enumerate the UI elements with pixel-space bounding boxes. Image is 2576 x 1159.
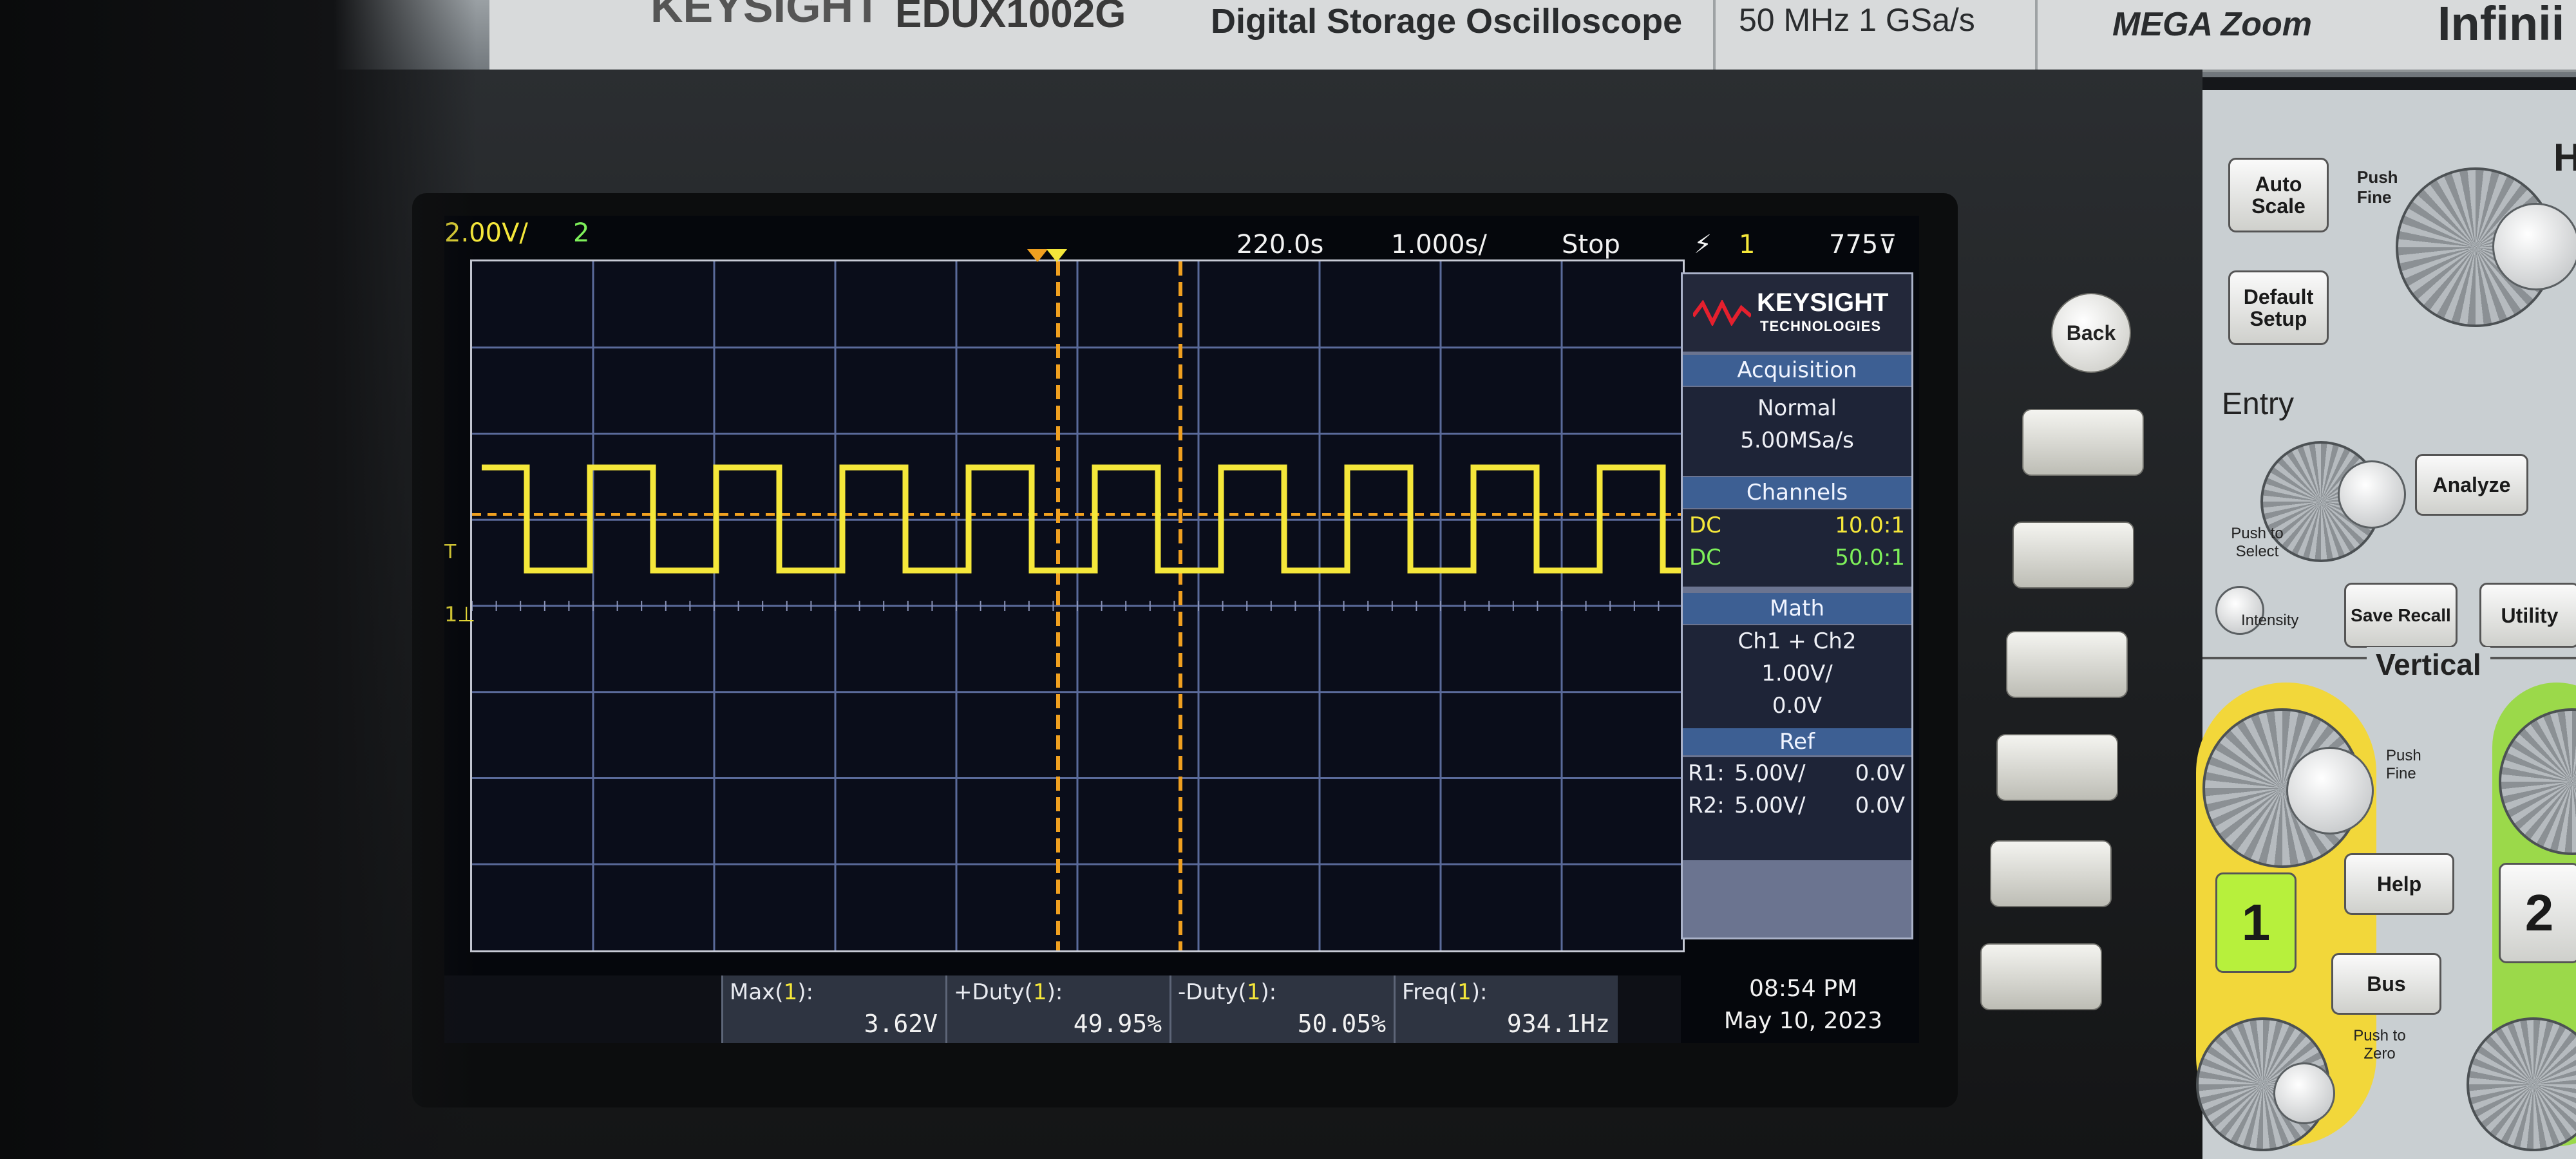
measurement-value: 49.95% xyxy=(1073,1010,1162,1038)
softkey-6[interactable] xyxy=(1980,943,2102,1010)
math-offset: 0.0V xyxy=(1772,693,1823,719)
softkey-1[interactable] xyxy=(2022,409,2144,476)
math-function: Ch1 + Ch2 xyxy=(1738,628,1857,654)
label-strip: KEYSIGHT EDUX1002G Digital Storage Oscil… xyxy=(489,0,2576,72)
panel-logo-top: KEYSIGHT xyxy=(1757,288,1889,317)
clock-date: May 10, 2023 xyxy=(1723,1008,1883,1034)
model-label: EDUX1002G xyxy=(895,0,1126,36)
spec-label: 50 MHz 1 GSa/s xyxy=(1739,2,1975,38)
channel-row-1: DC 10.0:1 xyxy=(1683,509,1911,542)
measurement-label: Max(1): xyxy=(730,979,813,1005)
push-to-select-label: Push to Select xyxy=(2231,525,2284,560)
ref-box: R1: 5.00V/ 0.0V R2: 5.00V/ 0.0V xyxy=(1683,757,1911,860)
intensity-label: Intensity xyxy=(2241,612,2299,629)
trigger-source: 1 xyxy=(1739,230,1756,259)
measurement-value: 50.05% xyxy=(1297,1010,1386,1038)
infiniivision-label: Infinii xyxy=(2438,0,2565,50)
softkey-4[interactable] xyxy=(1996,734,2118,801)
push-fine-label-vertical: Push Fine xyxy=(2386,747,2421,782)
product-label: Digital Storage Oscilloscope xyxy=(1211,2,1683,41)
graticule xyxy=(470,259,1685,952)
measurement-plus-duty: +Duty(1): 49.95% xyxy=(945,975,1170,1043)
utility-button[interactable]: Utility xyxy=(2479,583,2576,648)
ref-title: Ref xyxy=(1683,728,1911,755)
channel-1-button[interactable]: 1 xyxy=(2215,872,2297,973)
ch2-indicator: 2 xyxy=(573,218,590,248)
ch2-position-knob[interactable] xyxy=(2467,1017,2576,1151)
measurement-value: 3.62V xyxy=(864,1010,938,1038)
acquisition-box: Normal 5.00MSa/s xyxy=(1683,387,1911,476)
ch2-probe: 50.0:1 xyxy=(1835,545,1905,570)
math-scale: 1.00V/ xyxy=(1761,661,1833,686)
softkey-3[interactable] xyxy=(2006,631,2128,698)
horizontal-heading: H xyxy=(2553,136,2576,179)
auto-scale-button[interactable]: Auto Scale xyxy=(2228,158,2329,232)
ref2-name: R2: xyxy=(1688,793,1725,818)
softkey-5[interactable] xyxy=(1990,840,2112,907)
ref-row-2: R2: 5.00V/ 0.0V xyxy=(1683,789,1911,822)
ref-row-1: R1: 5.00V/ 0.0V xyxy=(1683,757,1911,789)
label-divider xyxy=(1713,0,1716,70)
ch1-coupling: DC xyxy=(1689,513,1721,538)
brand-label: KEYSIGHT xyxy=(650,0,881,32)
keysight-logo: KEYSIGHT TECHNOLOGIES xyxy=(1683,274,1911,352)
waveform-plot xyxy=(471,261,1683,950)
control-panel: Auto Scale Push Fine H Default Setup Ent… xyxy=(2196,90,2576,1159)
measurement-label: +Duty(1): xyxy=(954,979,1063,1005)
entry-heading: Entry xyxy=(2222,387,2295,421)
label-divider-2 xyxy=(2035,0,2038,70)
channel-row-2: DC 50.0:1 xyxy=(1683,542,1911,574)
ref1-offset: 0.0V xyxy=(1855,760,1905,786)
math-box: Ch1 + Ch2 1.00V/ 0.0V xyxy=(1683,625,1911,728)
acquisition-mode: Normal xyxy=(1757,395,1837,421)
entry-knob-cap[interactable] xyxy=(2338,460,2406,529)
push-to-zero-label: Push to Zero xyxy=(2353,1027,2406,1062)
measurement-max: Max(1): 3.62V xyxy=(721,975,945,1043)
time-scale: 1.000s/ xyxy=(1391,230,1487,259)
channel-2-button[interactable]: 2 xyxy=(2499,863,2576,963)
save-recall-button[interactable]: Save Recall xyxy=(2344,583,2458,648)
softkey-2[interactable] xyxy=(2012,522,2134,589)
clock-time: 08:54 PM xyxy=(1749,975,1857,1002)
trigger-edge-icon: ⚡ xyxy=(1694,230,1712,259)
ref2-scale: 5.00V/ xyxy=(1734,793,1806,818)
analyze-button[interactable]: Analyze xyxy=(2415,454,2528,516)
math-title: Math xyxy=(1683,593,1911,624)
channels-title: Channels xyxy=(1683,477,1911,508)
keysight-wave-icon xyxy=(1691,299,1752,327)
foreground-shadow xyxy=(0,0,477,1159)
run-state: Stop xyxy=(1562,230,1620,259)
trigger-level: 775⊽ xyxy=(1829,230,1897,259)
bus-button[interactable]: Bus xyxy=(2331,953,2441,1015)
channels-box: DC 10.0:1 DC 50.0:1 xyxy=(1683,509,1911,587)
measurement-bar: Max(1): 3.62V +Duty(1): 49.95% -Duty(1):… xyxy=(444,975,1681,1043)
measurement-minus-duty: -Duty(1): 50.05% xyxy=(1170,975,1394,1043)
time-delay: 220.0s xyxy=(1236,230,1324,259)
megazoom-label: MEGA Zoom xyxy=(2112,6,2313,43)
ref1-name: R1: xyxy=(1688,760,1725,786)
vertical-heading: Vertical xyxy=(2367,647,2490,682)
cursor-marker-1[interactable] xyxy=(1027,249,1048,262)
ch1-scale-knob-cap[interactable] xyxy=(2286,747,2374,834)
ch1-probe: 10.0:1 xyxy=(1835,513,1905,538)
ref1-scale: 5.00V/ xyxy=(1734,760,1806,786)
help-button[interactable]: Help xyxy=(2344,853,2454,915)
default-setup-button[interactable]: Default Setup xyxy=(2228,270,2329,345)
ch1-position-knob-cap[interactable] xyxy=(2273,1062,2335,1124)
acquisition-rate: 5.00MSa/s xyxy=(1740,428,1854,453)
acquisition-title: Acquisition xyxy=(1683,355,1911,386)
trigger-position-marker xyxy=(1046,249,1067,262)
measurement-frequency: Freq(1): 934.1Hz xyxy=(1394,975,1618,1043)
measurement-label: Freq(1): xyxy=(1402,979,1488,1005)
panel-logo-bottom: TECHNOLOGIES xyxy=(1760,318,1882,334)
back-button[interactable]: Back xyxy=(2051,293,2131,373)
measurement-value: 934.1Hz xyxy=(1506,1010,1610,1038)
ref2-offset: 0.0V xyxy=(1855,793,1905,818)
measurement-label: -Duty(1): xyxy=(1178,979,1277,1005)
display-screen: 2.00V/ 2 220.0s 1.000s/ Stop ⚡ 1 775⊽ T … xyxy=(444,216,1919,1043)
ch2-coupling: DC xyxy=(1689,545,1721,570)
info-panel: KEYSIGHT TECHNOLOGIES Acquisition Normal… xyxy=(1681,272,1913,939)
horizontal-knob-cap[interactable] xyxy=(2492,203,2576,290)
push-fine-label-top: Push Fine xyxy=(2357,167,2398,207)
